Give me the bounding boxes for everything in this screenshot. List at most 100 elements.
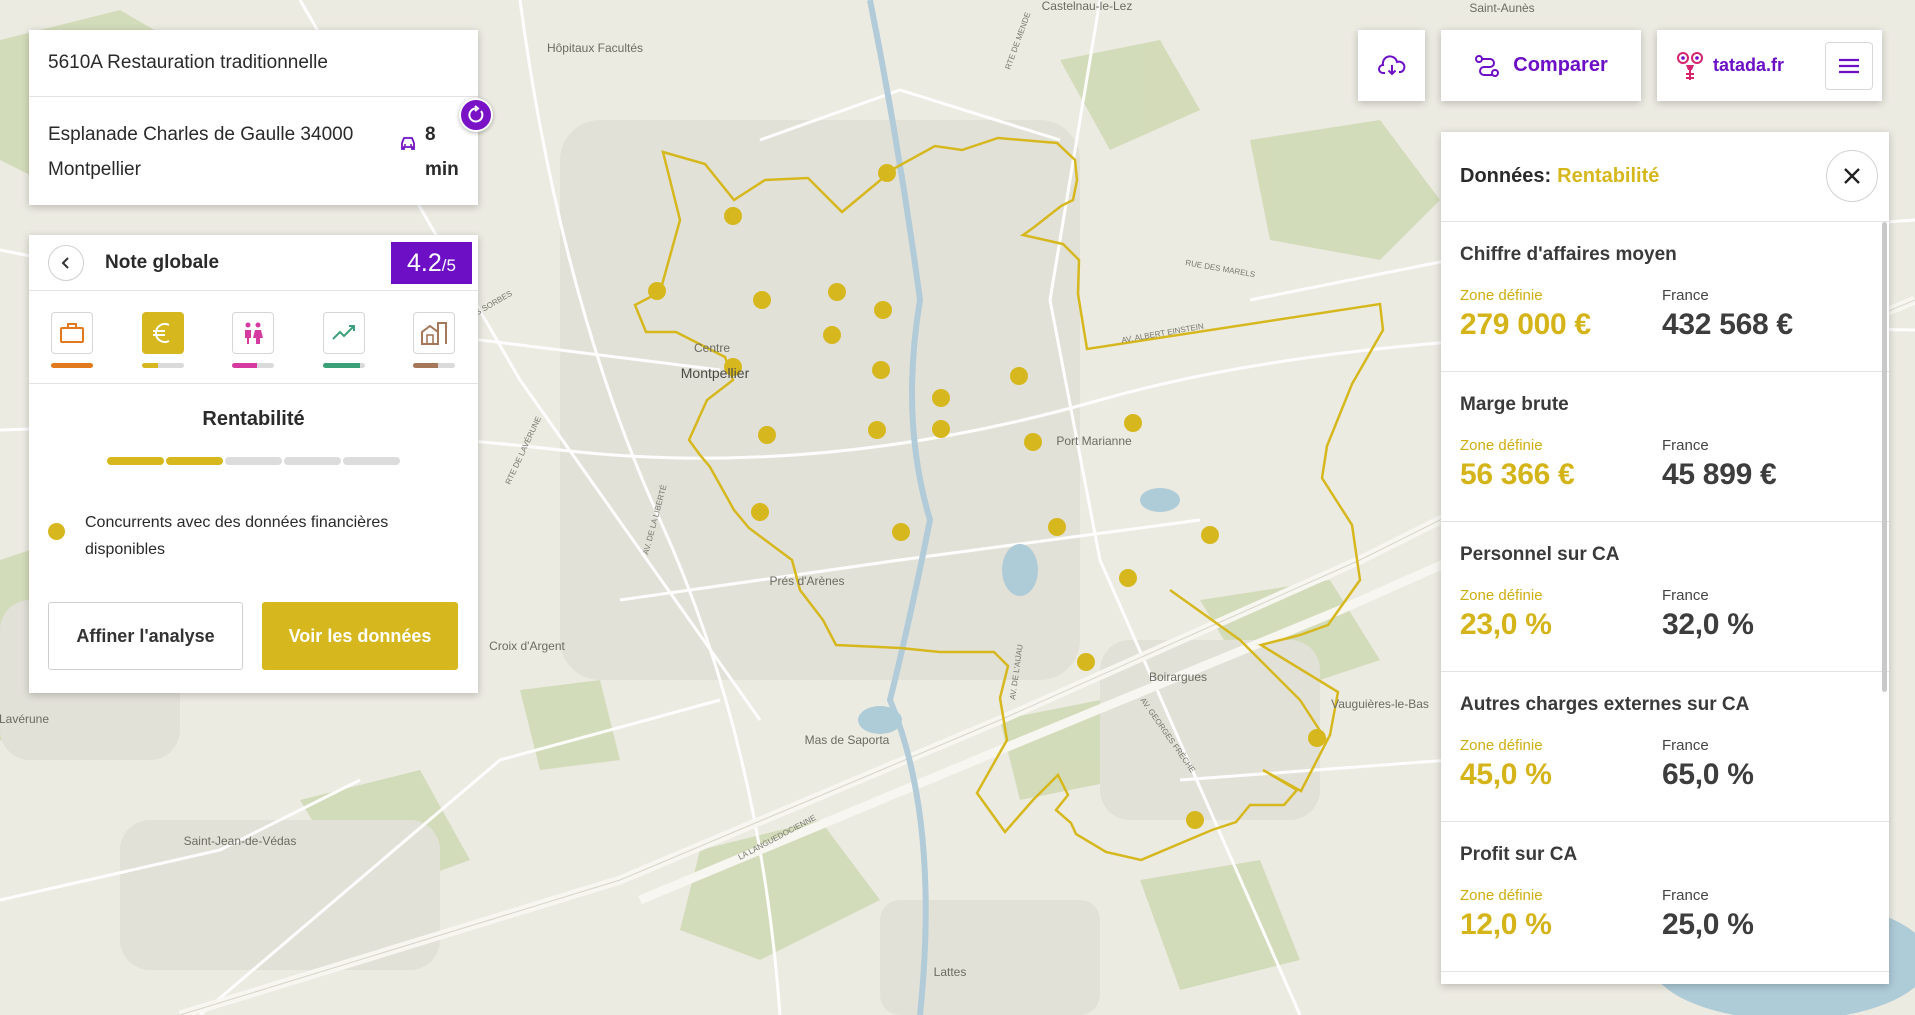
map-label-lattes: Lattes	[934, 965, 967, 979]
zone-value: 23,0 %	[1460, 608, 1552, 641]
competitor-marker[interactable]	[823, 326, 841, 344]
brand-label[interactable]: tatada.fr	[1713, 55, 1784, 76]
menu-button[interactable]	[1825, 42, 1873, 90]
travel-time-label: 8 min	[425, 124, 459, 180]
score-denominator: /5	[441, 256, 456, 275]
trend-icon	[331, 325, 355, 340]
progress-segment	[343, 457, 400, 465]
map-label-montpellier: Montpellier	[681, 365, 750, 381]
france-label: France	[1662, 737, 1709, 754]
travel-time[interactable]: 8 min	[399, 117, 465, 187]
refresh-icon	[468, 105, 484, 123]
competitor-marker[interactable]	[758, 426, 776, 444]
competitor-marker[interactable]	[1010, 367, 1028, 385]
competitor-marker[interactable]	[878, 164, 896, 182]
progress-segment	[107, 457, 164, 465]
metric-block: Personnel sur CA Zone définie 23,0 % France…	[1441, 522, 1889, 672]
cloud-download-icon	[1377, 54, 1405, 75]
level-bar-rentabilite	[141, 363, 159, 368]
france-label: France	[1662, 287, 1709, 304]
competitor-marker[interactable]	[1308, 729, 1326, 747]
level-bar-dynamisme	[322, 363, 361, 368]
close-button[interactable]	[1826, 150, 1878, 202]
compare-icon	[1475, 54, 1500, 77]
competitor-marker[interactable]	[868, 421, 886, 439]
competitor-marker[interactable]	[753, 291, 771, 309]
competitor-marker[interactable]	[892, 523, 910, 541]
category-tabs	[29, 291, 478, 384]
zone-label: Zone définie	[1460, 587, 1543, 604]
zone-value: 45,0 %	[1460, 758, 1552, 791]
tab-business[interactable]	[51, 291, 93, 383]
address-text[interactable]: Esplanade Charles de Gaulle 34000 Montpe…	[48, 117, 378, 187]
competitor-marker[interactable]	[932, 420, 950, 438]
progress-segment	[284, 457, 341, 465]
compare-button[interactable]: Comparer	[1441, 30, 1641, 101]
zone-value: 12,0 %	[1460, 908, 1552, 941]
competitor-marker[interactable]	[1048, 518, 1066, 536]
zone-label: Zone définie	[1460, 737, 1543, 754]
tab-population[interactable]	[232, 291, 274, 383]
map-label-castelnau: Castelnau-le-Lez	[1042, 0, 1133, 13]
map-label-boirargues: Boirargues	[1149, 670, 1207, 684]
zone-label: Zone définie	[1460, 437, 1543, 454]
back-button[interactable]	[48, 244, 84, 281]
competitor-marker[interactable]	[828, 283, 846, 301]
legend-text: Concurrents avec des données financières…	[85, 514, 389, 558]
france-value: 45 899 €	[1662, 458, 1777, 491]
activity-title[interactable]: 5610A Restauration traditionnelle	[29, 30, 478, 97]
view-data-button[interactable]: Voir les données	[262, 602, 458, 670]
tab-immobilier[interactable]	[413, 291, 455, 383]
buildings-icon	[421, 322, 447, 345]
tab-rentabilite[interactable]	[141, 291, 184, 383]
map-label-mas-saporta: Mas de Saporta	[805, 733, 890, 747]
competitor-dot-icon	[48, 523, 65, 540]
zone-label: Zone définie	[1460, 887, 1543, 904]
chevron-left-icon	[61, 256, 69, 269]
competitor-marker[interactable]	[1119, 569, 1137, 587]
metric-block: Profit sur CA Zone définie 12,0 % France 25,…	[1441, 822, 1889, 972]
rentabilite-progress	[29, 457, 478, 465]
tatada-logo-icon[interactable]	[1675, 50, 1705, 82]
metric-title: Autres charges externes sur CA	[1460, 694, 1750, 715]
france-value: 65,0 %	[1662, 758, 1754, 791]
data-panel: Données: Rentabilité Chiffre d'affaires …	[1441, 132, 1889, 984]
metrics-list: Chiffre d'affaires moyen Zone définie 279 …	[1441, 222, 1889, 972]
competitor-marker[interactable]	[724, 207, 742, 225]
france-value: 32,0 %	[1662, 608, 1754, 641]
refine-analysis-button[interactable]: Affiner l'analyse	[48, 602, 243, 670]
activity-card: 5610A Restauration traditionnelle Esplan…	[29, 30, 478, 205]
level-bar-business	[51, 363, 93, 368]
france-value: 25,0 %	[1662, 908, 1754, 941]
competitor-marker[interactable]	[874, 301, 892, 319]
competitor-marker[interactable]	[1077, 653, 1095, 671]
car-icon	[399, 129, 417, 164]
level-bar-population	[232, 363, 258, 368]
competitor-marker[interactable]	[872, 361, 890, 379]
competitor-marker[interactable]	[1024, 433, 1042, 451]
refresh-button[interactable]	[459, 98, 493, 132]
data-panel-category: Rentabilité	[1557, 165, 1660, 187]
metric-block: Chiffre d'affaires moyen Zone définie 279 …	[1441, 222, 1889, 372]
legend: Concurrents avec des données financières…	[29, 509, 478, 563]
competitor-marker[interactable]	[648, 282, 666, 300]
section-title: Rentabilité	[202, 408, 305, 430]
score-badge: 4.2/5	[391, 242, 472, 284]
download-button[interactable]	[1358, 30, 1425, 101]
france-label: France	[1662, 887, 1709, 904]
close-icon	[1844, 168, 1860, 184]
scrollbar[interactable]	[1882, 222, 1887, 692]
competitor-marker[interactable]	[1201, 526, 1219, 544]
tab-dynamisme[interactable]	[322, 291, 365, 383]
competitor-marker[interactable]	[1124, 414, 1142, 432]
compare-label: Comparer	[1513, 54, 1608, 76]
map-label-vauguieres: Vauguières-le-Bas	[1331, 697, 1429, 711]
competitor-marker[interactable]	[751, 503, 769, 521]
competitor-marker[interactable]	[1186, 811, 1204, 829]
map-label-centre: Centre	[694, 341, 730, 355]
zone-value: 56 366 €	[1460, 458, 1575, 491]
data-panel-label: Données:	[1460, 165, 1552, 187]
competitor-marker[interactable]	[932, 389, 950, 407]
france-label: France	[1662, 437, 1709, 454]
progress-segment	[166, 457, 223, 465]
